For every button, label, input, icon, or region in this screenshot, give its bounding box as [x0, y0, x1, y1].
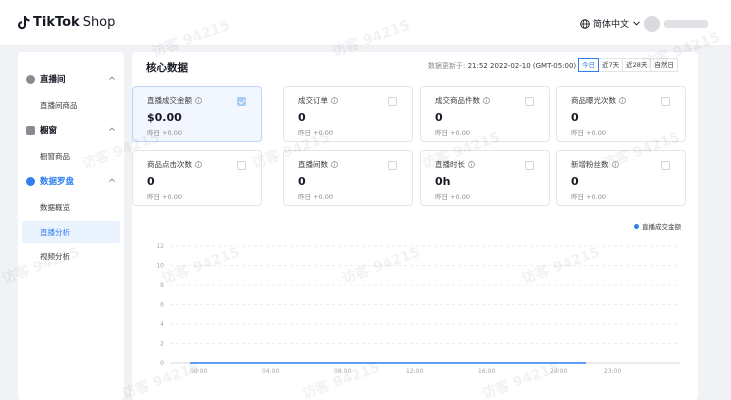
chevron-up-icon	[109, 76, 115, 80]
y-tick-label: 10	[156, 263, 164, 270]
tiktok-shop-logo[interactable]: TikTok Shop	[18, 15, 115, 30]
range-tab-today[interactable]: 今日	[578, 58, 599, 72]
sidebar-item-label: 直播分析	[40, 227, 70, 237]
language-selector[interactable]: 简体中文	[580, 17, 640, 30]
x-tick-label: 00:00	[190, 368, 207, 375]
sidebar-item-showcase-products[interactable]: 橱窗商品	[22, 145, 120, 167]
x-tick-label: 20:00	[550, 368, 567, 375]
logo-brand: TikTok	[33, 15, 80, 30]
sidebar-group-label: 直播间	[40, 75, 66, 85]
tiktok-note-icon	[18, 15, 30, 29]
globe-icon	[580, 18, 590, 29]
y-tick-label: 6	[160, 302, 164, 309]
sidebar-item-live-room-products[interactable]: 直播间商品	[22, 94, 120, 116]
y-tick-label: 12	[156, 243, 164, 250]
sidebar-item-video-analysis[interactable]: 视频分析	[22, 245, 120, 267]
sidebar-item-data-overview[interactable]: 数据概览	[22, 196, 120, 218]
sidebar-group-data-compass[interactable]: 数据罗盘	[18, 172, 124, 190]
sidebar-item-label: 视频分析	[40, 251, 70, 261]
top-bar: TikTok Shop 简体中文	[0, 0, 731, 46]
live-room-icon	[26, 74, 35, 84]
gmv-line-chart: 0 2 4 6 8 10 12 00:00 04:00 08:00 12:00 16:00 20:00 2…	[156, 243, 680, 375]
account-name-blurred[interactable]	[664, 20, 708, 28]
y-tick-label: 8	[160, 282, 164, 289]
logo-product: Shop	[82, 15, 116, 30]
x-tick-label: 23:00	[604, 368, 621, 375]
chevron-up-icon	[109, 178, 115, 182]
sidebar-group-label: 数据罗盘	[40, 177, 75, 187]
x-tick-label: 16:00	[478, 368, 495, 375]
sidebar-group-live-room[interactable]: 直播间	[18, 70, 124, 88]
x-tick-label: 04:00	[262, 368, 279, 375]
y-tick-label: 0	[160, 360, 164, 367]
sidebar-item-live-analysis[interactable]: 直播分析	[22, 221, 120, 243]
x-tick-label: 08:00	[334, 368, 351, 375]
main-panel: 核心数据 数据更新于: 21:52 2022-02-10 (GMT-05:00)…	[132, 52, 698, 400]
avatar[interactable]	[644, 16, 660, 32]
sidebar-group-label: 橱窗	[40, 126, 58, 136]
language-label: 简体中文	[593, 20, 630, 30]
sidebar-item-label: 直播间商品	[40, 100, 78, 110]
sidebar: 直播间 直播间商品 橱窗 橱窗商品 数据罗盘 数据概览 直播分析 视频分析	[18, 52, 124, 400]
chevron-up-icon	[109, 127, 115, 131]
sidebar-item-label: 橱窗商品	[40, 151, 70, 161]
x-tick-label: 12:00	[406, 368, 423, 375]
y-tick-label: 4	[160, 321, 164, 328]
y-tick-label: 2	[160, 341, 164, 348]
compass-icon	[26, 176, 35, 186]
sidebar-group-showcase[interactable]: 橱窗	[18, 121, 124, 139]
showcase-icon	[26, 125, 35, 135]
chevron-down-icon	[633, 21, 640, 26]
sidebar-item-label: 数据概览	[40, 202, 70, 212]
